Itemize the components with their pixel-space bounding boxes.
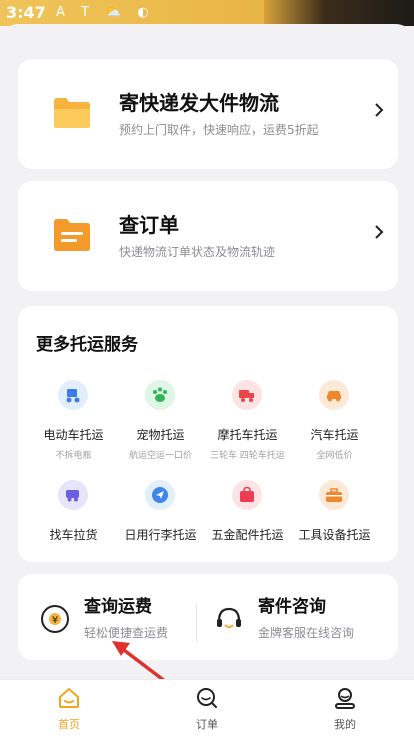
service-label: 找车拉货: [49, 528, 98, 542]
service-label: 摩托车托运: [217, 428, 278, 442]
tab-orders-label: 订单: [196, 718, 218, 731]
send-express-title: 寄快递发大件物流: [119, 91, 279, 115]
service-label: 日用行李托运: [124, 528, 197, 542]
shipping-consult-title: 寄件咨询: [258, 597, 326, 617]
status-bar: 3:47 A T ⛅ ◐: [0, 0, 414, 26]
chevron-right-icon: [375, 103, 384, 117]
status-time: 3:47: [6, 3, 46, 22]
check-order-card[interactable]: 查订单 快递物流订单状态及物流轨迹: [18, 181, 398, 291]
banner-truck-image: [264, 0, 414, 26]
home-icon: [59, 688, 79, 708]
document-icon: [54, 219, 90, 251]
bag-icon: [232, 480, 262, 510]
scooter-icon: [58, 380, 88, 410]
quick-actions-card: ¥ 查询运费 轻松便捷查运费 寄件咨询 金牌客服在线咨询: [18, 574, 398, 660]
service-sublabel: 全网低价: [316, 451, 353, 461]
status-icons: A T ⛅ ◐: [56, 5, 155, 20]
tab-profile-label: 我的: [334, 718, 356, 731]
headset-icon: [217, 607, 241, 629]
divider: [196, 604, 197, 642]
send-icon: [145, 480, 175, 510]
check-order-subtitle: 快递物流订单状态及物流轨迹: [119, 245, 276, 259]
shipping-consult-subtitle: 金牌客服在线咨询: [258, 626, 355, 640]
service-label: 宠物托运: [136, 428, 185, 442]
toolbox-icon: [319, 480, 349, 510]
check-order-title: 查订单: [119, 213, 179, 237]
freight-query-title: 查询运费: [84, 597, 152, 617]
search-orders-icon: [197, 688, 217, 708]
bottom-tab-bar: 首页 订单 我的: [0, 679, 414, 738]
yuan-coin-icon: ¥: [41, 605, 69, 633]
chevron-right-icon: [375, 225, 384, 239]
van-icon: [58, 480, 88, 510]
service-label: 工具设备托运: [298, 528, 371, 542]
svg-text:¥: ¥: [52, 615, 58, 626]
more-services-heading: 更多托运服务: [36, 335, 138, 355]
send-express-card[interactable]: 寄快递发大件物流 预约上门取件，快速响应，运费5折起: [18, 59, 398, 169]
freight-query-button[interactable]: ¥ 查询运费 轻松便捷查运费: [40, 592, 200, 652]
more-services-card: 更多托运服务 电动车托运 不拆电瓶 宠物托运 航运空运一口价 摩托车托运 三轮车…: [18, 306, 398, 562]
folder-icon: [54, 98, 90, 128]
truck-icon: [232, 380, 262, 410]
tab-home-label: 首页: [58, 718, 80, 731]
service-label: 汽车托运: [310, 428, 359, 442]
send-express-subtitle: 预约上门取件，快速响应，运费5折起: [119, 123, 319, 137]
car-icon: [319, 380, 349, 410]
service-label: 五金配件托运: [211, 528, 284, 542]
paw-icon: [145, 380, 175, 410]
freight-query-subtitle: 轻松便捷查运费: [84, 626, 169, 640]
service-label: 电动车托运: [43, 428, 104, 442]
shipping-consult-button[interactable]: 寄件咨询 金牌客服在线咨询: [214, 592, 384, 652]
user-icon: [335, 688, 355, 709]
